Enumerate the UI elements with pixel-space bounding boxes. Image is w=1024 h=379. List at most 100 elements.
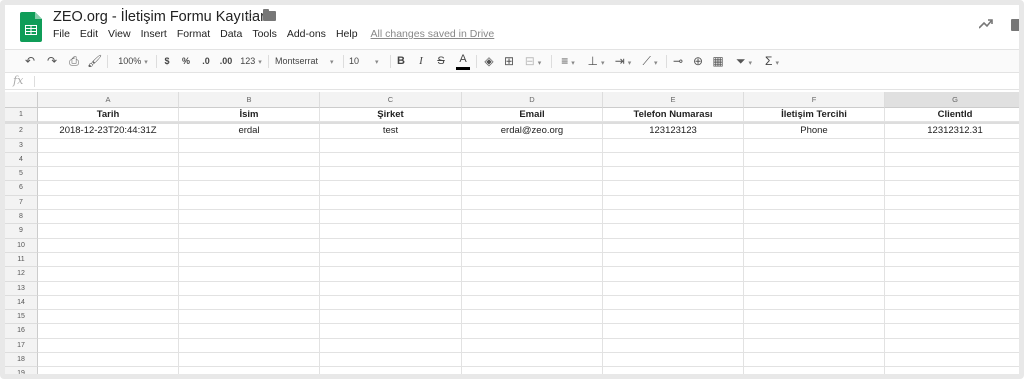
row-header[interactable]: 2 <box>5 124 38 139</box>
row-header[interactable]: 3 <box>5 138 38 153</box>
cell-a8[interactable] <box>38 210 179 225</box>
cell-g6[interactable] <box>885 181 1019 196</box>
cell-a15[interactable] <box>38 310 179 325</box>
cell-g15[interactable] <box>885 310 1019 325</box>
cell-g5[interactable] <box>885 167 1019 182</box>
row-header[interactable]: 13 <box>5 281 38 296</box>
cell-e13[interactable] <box>603 281 744 296</box>
cell-a5[interactable] <box>38 167 179 182</box>
bold-button[interactable]: B <box>395 50 407 73</box>
cell-a9[interactable] <box>38 224 179 239</box>
cell-b1[interactable]: İsim <box>179 108 320 123</box>
cell-d11[interactable] <box>462 252 603 268</box>
sheets-logo-icon[interactable] <box>20 12 42 42</box>
cell-e16[interactable] <box>603 324 744 339</box>
cell-b15[interactable] <box>179 310 320 325</box>
column-header-c[interactable]: C <box>320 92 462 108</box>
percent-button[interactable]: % <box>179 50 193 73</box>
cell-f17[interactable] <box>744 338 885 354</box>
more-formats-select[interactable]: 123 ▾ <box>239 50 263 73</box>
cell-d9[interactable] <box>462 224 603 239</box>
cell-e3[interactable] <box>603 138 744 153</box>
cell-g2[interactable]: 12312312.31 <box>885 124 1019 139</box>
cell-d13[interactable] <box>462 281 603 296</box>
cell-f10[interactable] <box>744 238 885 253</box>
cell-b5[interactable] <box>179 167 320 182</box>
cell-d12[interactable] <box>462 267 603 282</box>
redo-icon[interactable]: ↷ <box>45 50 59 73</box>
font-select[interactable]: Montserrat ▾ <box>275 50 337 73</box>
currency-button[interactable]: $ <box>161 50 173 73</box>
column-header-f[interactable]: F <box>744 92 885 108</box>
cell-g1[interactable]: ClientId <box>885 108 1019 123</box>
cell-g18[interactable] <box>885 353 1019 368</box>
menu-help[interactable]: Help <box>336 28 358 40</box>
insert-comment-icon[interactable]: ⊕ <box>691 50 705 73</box>
horizontal-align-icon[interactable]: ≡ ▾ <box>557 50 579 73</box>
menu-data[interactable]: Data <box>220 28 242 40</box>
cell-f4[interactable] <box>744 152 885 168</box>
row-header[interactable]: 5 <box>5 167 38 182</box>
cell-a19[interactable] <box>38 367 179 374</box>
menu-insert[interactable]: Insert <box>141 28 167 40</box>
strikethrough-button[interactable]: S <box>435 50 447 73</box>
cell-e18[interactable] <box>603 353 744 368</box>
cell-c18[interactable] <box>320 353 462 368</box>
functions-icon[interactable]: Σ ▾ <box>761 50 783 73</box>
row-header[interactable]: 6 <box>5 181 38 196</box>
cell-d1[interactable]: Email <box>462 108 603 123</box>
cell-f9[interactable] <box>744 224 885 239</box>
row-header[interactable]: 18 <box>5 353 38 368</box>
cell-f14[interactable] <box>744 295 885 311</box>
cell-b9[interactable] <box>179 224 320 239</box>
text-color-button[interactable]: A <box>456 50 470 70</box>
cell-e9[interactable] <box>603 224 744 239</box>
folder-icon[interactable] <box>263 9 276 21</box>
row-header[interactable]: 17 <box>5 338 38 354</box>
cell-d2[interactable]: erdal@zeo.org <box>462 124 603 139</box>
cell-b4[interactable] <box>179 152 320 168</box>
cell-e8[interactable] <box>603 210 744 225</box>
cell-b18[interactable] <box>179 353 320 368</box>
cell-d19[interactable] <box>462 367 603 374</box>
cell-b3[interactable] <box>179 138 320 153</box>
menu-file[interactable]: File <box>53 28 70 40</box>
cell-a12[interactable] <box>38 267 179 282</box>
cell-d10[interactable] <box>462 238 603 253</box>
cell-b17[interactable] <box>179 338 320 354</box>
filter-icon[interactable]: ⏷ ▾ <box>733 50 755 73</box>
cell-g11[interactable] <box>885 253 1019 268</box>
cell-f2[interactable]: Phone <box>744 124 885 139</box>
cell-f1[interactable]: İletişim Tercihi <box>744 108 885 123</box>
cell-a10[interactable] <box>38 238 179 253</box>
borders-icon[interactable]: ⊞ <box>502 50 516 73</box>
cell-b2[interactable]: erdal <box>179 124 320 139</box>
row-header[interactable]: 19 <box>5 367 38 374</box>
menu-view[interactable]: View <box>108 28 131 40</box>
menu-tools[interactable]: Tools <box>252 28 277 40</box>
cell-g17[interactable] <box>885 339 1019 354</box>
cell-b10[interactable] <box>179 238 320 253</box>
cell-e19[interactable] <box>603 367 744 374</box>
cell-b11[interactable] <box>179 252 320 268</box>
cell-g8[interactable] <box>885 210 1019 225</box>
cell-g12[interactable] <box>885 267 1019 282</box>
cell-c10[interactable] <box>320 238 462 253</box>
cell-g10[interactable] <box>885 239 1019 253</box>
cell-e2[interactable]: 123123123 <box>603 124 744 139</box>
cell-c19[interactable] <box>320 367 462 374</box>
cell-a18[interactable] <box>38 353 179 368</box>
cell-d15[interactable] <box>462 310 603 325</box>
cell-f16[interactable] <box>744 324 885 339</box>
cell-c5[interactable] <box>320 167 462 182</box>
cell-c11[interactable] <box>320 252 462 268</box>
menu-format[interactable]: Format <box>177 28 210 40</box>
insert-chart-icon[interactable]: ▦ <box>711 50 725 73</box>
cell-g3[interactable] <box>885 139 1019 153</box>
cell-a13[interactable] <box>38 281 179 296</box>
cell-a4[interactable] <box>38 152 179 168</box>
cell-f3[interactable] <box>744 138 885 153</box>
cell-a16[interactable] <box>38 324 179 339</box>
document-title[interactable]: ZEO.org - İletişim Formu Kayıtları <box>53 9 269 25</box>
column-header-e[interactable]: E <box>603 92 744 108</box>
